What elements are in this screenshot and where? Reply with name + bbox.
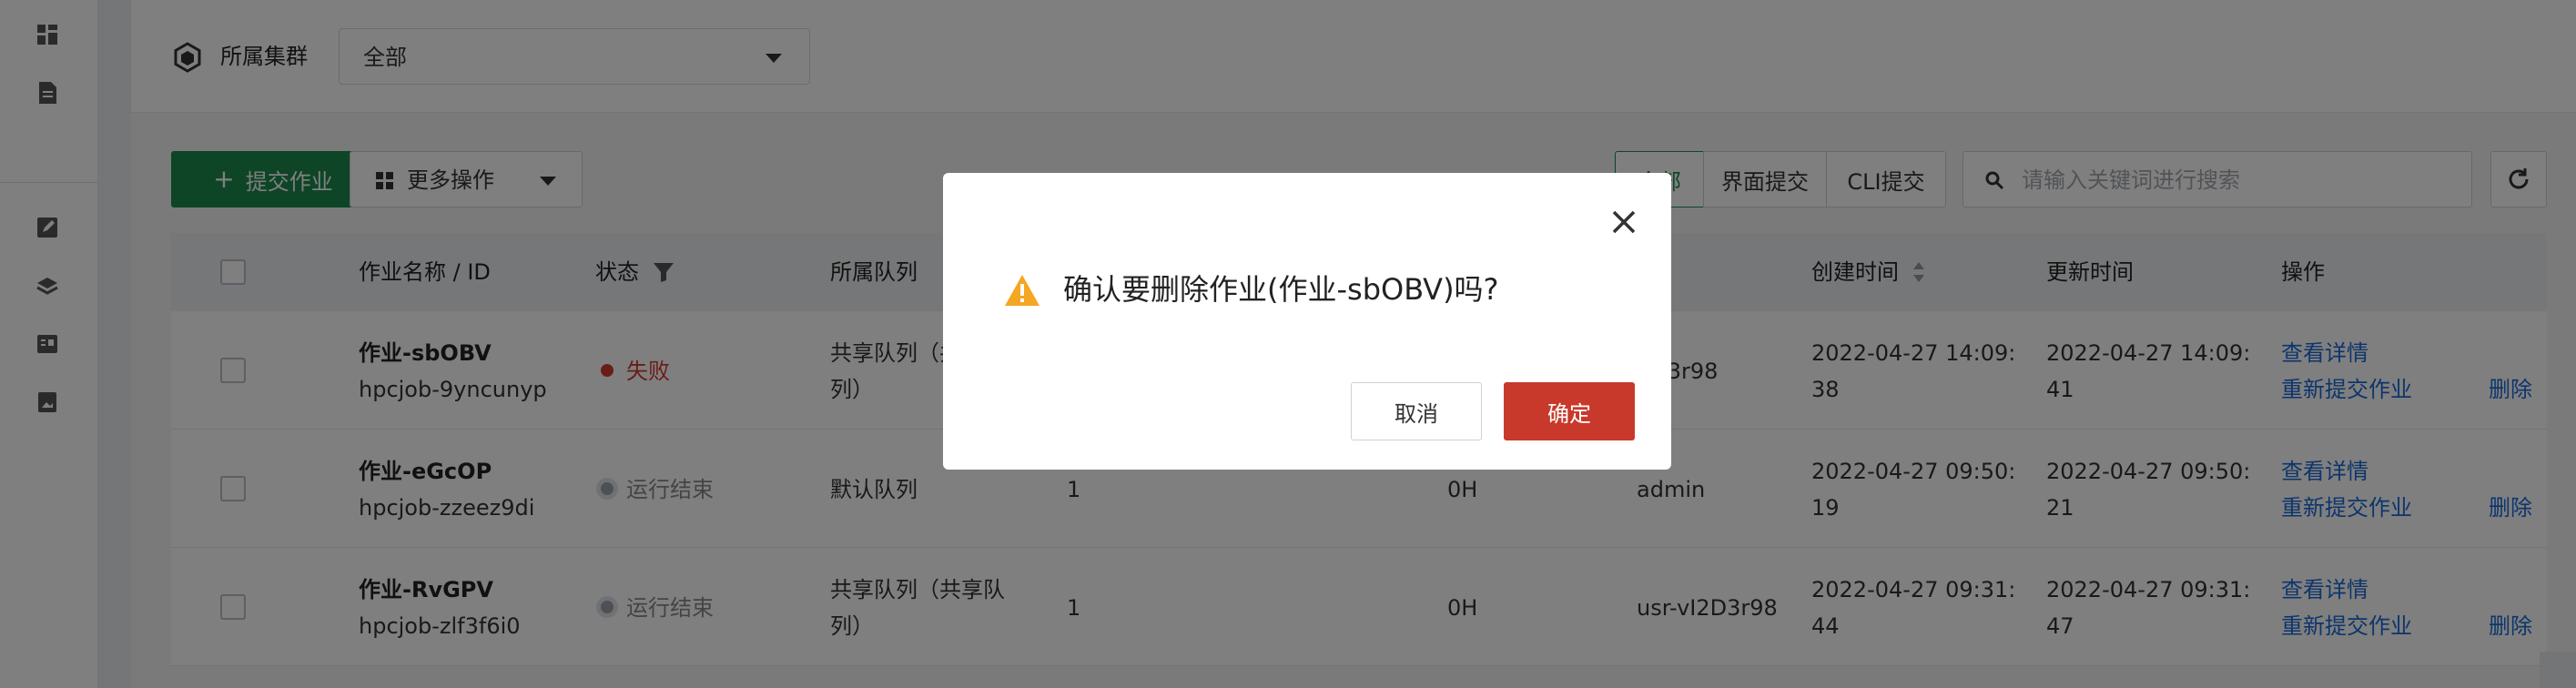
confirm-button[interactable]: 确定	[1504, 382, 1635, 440]
warning-icon	[1003, 273, 1041, 311]
confirm-delete-dialog: 确认要删除作业(作业-sbOBV)吗? 取消 确定	[943, 173, 1671, 470]
dialog-title: 确认要删除作业(作业-sbOBV)吗?	[1063, 272, 1499, 307]
cancel-button[interactable]: 取消	[1351, 382, 1482, 440]
close-icon[interactable]	[1609, 207, 1638, 237]
